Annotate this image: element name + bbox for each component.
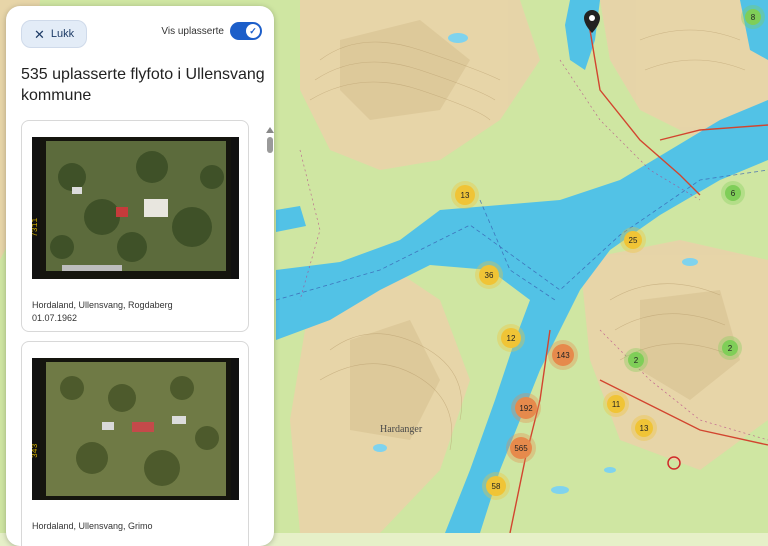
frame-code: 343 [32,443,40,458]
photo-cluster-marker[interactable]: 11 [607,395,625,413]
check-icon: ✓ [246,24,260,38]
unplaced-photos-panel: ✕ Lukk Vis uplasserte ✓ 535 uplasserte f… [6,6,274,546]
photo-cluster-marker[interactable]: 2 [722,340,738,356]
photo-cluster-marker[interactable]: 8 [745,9,761,25]
photo-location: Hordaland, Ullensvang, Rogdaberg [32,300,173,310]
photo-cluster-marker[interactable]: 25 [624,231,642,249]
scrollbar-thumb[interactable] [267,137,273,153]
photo-cluster-marker[interactable]: 36 [479,265,499,285]
photo-cluster-marker[interactable]: 143 [552,344,574,366]
photo-location: Hordaland, Ullensvang, Grimo [32,521,153,531]
photo-cluster-marker[interactable]: 565 [510,437,532,459]
aerial-photo[interactable]: 7311 [32,137,239,279]
place-label: Hardanger [380,424,423,435]
photo-cluster-marker[interactable]: 192 [515,397,537,419]
frame-code: 7311 [32,218,40,237]
show-unplaced-toggle[interactable]: ✓ [230,22,262,40]
photo-cluster-marker[interactable]: 2 [628,352,644,368]
photo-cluster-marker[interactable]: 13 [635,419,653,437]
photo-card[interactable]: 7311 Hordaland, Ullensvang, Rogdaberg 01… [21,120,249,332]
scroll-up-icon[interactable] [266,127,274,133]
show-unplaced-toggle-group: Vis uplasserte ✓ [161,22,262,40]
close-button[interactable]: ✕ Lukk [21,20,88,48]
toggle-label: Vis uplasserte [161,25,224,37]
photo-cluster-marker[interactable]: 6 [725,185,741,201]
panel-heading: 535 uplasserte flyfoto i Ullensvang komm… [21,66,265,104]
aerial-photo[interactable]: 343 [32,358,239,500]
photo-card[interactable]: 343 Hordaland, Ullensvang, Grimo [21,341,249,546]
photo-cluster-marker[interactable]: 13 [455,185,475,205]
close-icon: ✕ [34,26,45,42]
photo-cluster-marker[interactable]: 12 [501,328,521,348]
close-button-label: Lukk [50,28,75,40]
photo-cluster-marker[interactable]: 58 [486,476,506,496]
photo-date: 01.07.1962 [32,313,78,323]
